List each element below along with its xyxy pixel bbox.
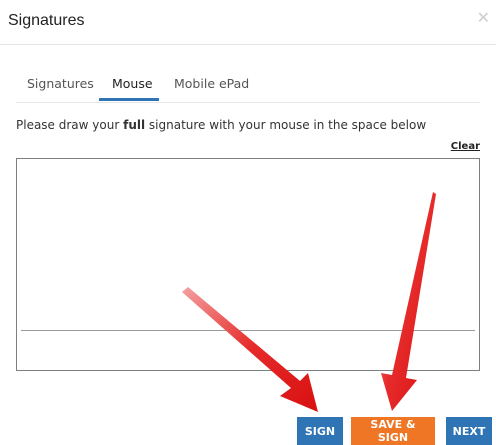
instruction-text: Please draw your full signature with you… bbox=[16, 118, 426, 132]
instruction-bold: full bbox=[123, 118, 146, 132]
next-button[interactable]: NEXT bbox=[446, 417, 492, 445]
save-and-sign-button[interactable]: SAVE & SIGN bbox=[351, 417, 435, 445]
tab-mobile-epad[interactable]: Mobile ePad bbox=[174, 76, 249, 91]
dialog-header: Signatures ✕ bbox=[0, 0, 496, 45]
close-icon[interactable]: ✕ bbox=[477, 8, 490, 27]
active-tab-indicator bbox=[99, 98, 159, 101]
dialog-title: Signatures bbox=[8, 12, 85, 29]
sign-button[interactable]: SIGN bbox=[297, 417, 343, 445]
clear-link[interactable]: Clear bbox=[451, 141, 480, 152]
tab-mouse[interactable]: Mouse bbox=[112, 76, 153, 91]
signature-baseline bbox=[21, 330, 475, 331]
signature-pad[interactable] bbox=[16, 158, 480, 371]
instruction-suffix: signature with your mouse in the space b… bbox=[145, 118, 427, 132]
signature-tabs: Signatures Mouse Mobile ePad bbox=[16, 68, 480, 103]
tab-signatures[interactable]: Signatures bbox=[27, 76, 94, 91]
instruction-prefix: Please draw your bbox=[16, 118, 124, 132]
